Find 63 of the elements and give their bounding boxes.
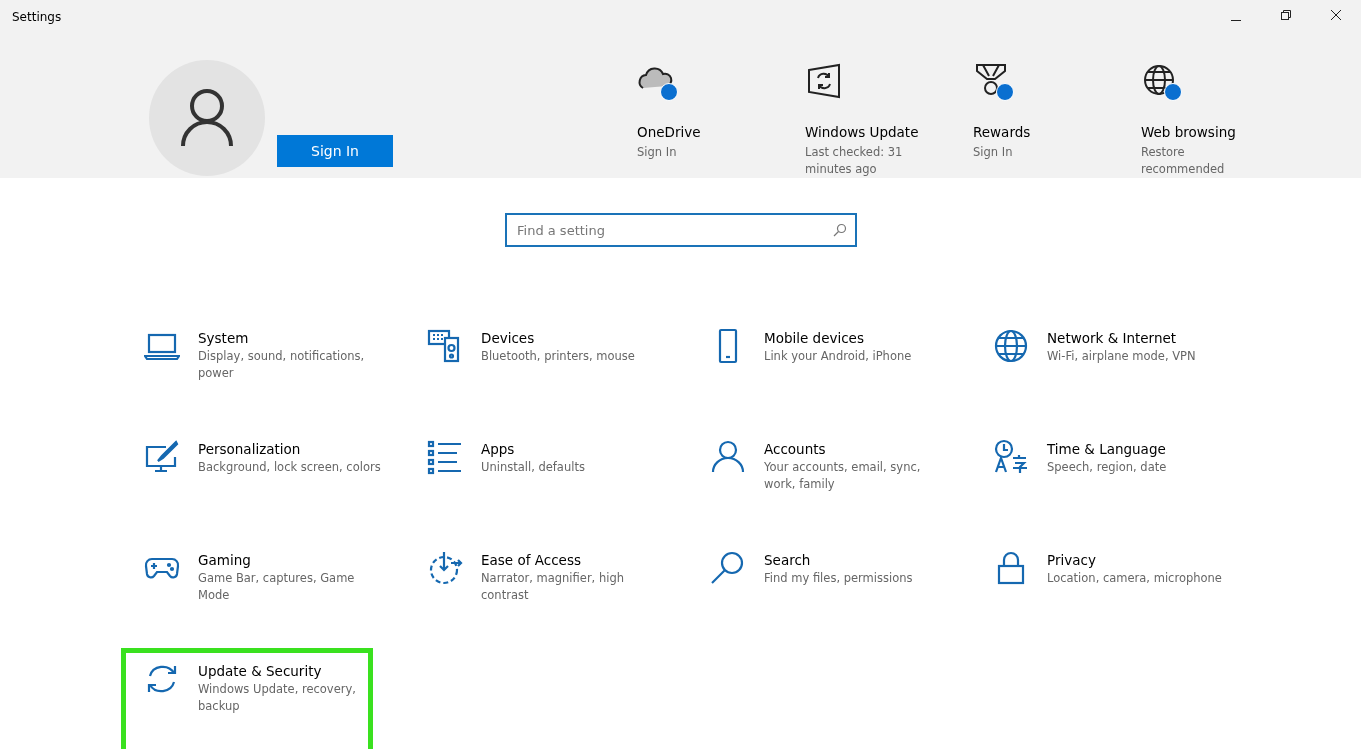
settings-category[interactable]: Update & Security Windows Update, recovery, backup	[121, 648, 373, 749]
person-icon	[710, 439, 746, 475]
category-description: Windows Update, recovery, backup	[198, 681, 357, 715]
category-description: Display, sound, notifications, power	[198, 348, 366, 382]
globe-icon	[993, 328, 1029, 364]
settings-category[interactable]: Devices Bluetooth, printers, mouse	[404, 315, 687, 426]
tile-subtitle: Sign In	[637, 144, 678, 161]
tile-subtitle: Restore recommended	[1141, 144, 1226, 178]
settings-category[interactable]: Ease of Access Narrator, magnifier, high contrast	[404, 537, 687, 648]
settings-category[interactable]: Apps Uninstall, defaults	[404, 426, 687, 537]
category-description: Link your Android, iPhone	[764, 348, 912, 365]
category-description: Background, lock screen, colors	[198, 459, 381, 476]
globe-icon[interactable]	[1141, 62, 1181, 102]
category-description: Uninstall, defaults	[481, 459, 585, 476]
settings-category[interactable]: Network & Internet Wi-Fi, airplane mode, VPN	[970, 315, 1253, 426]
close-icon	[1330, 8, 1342, 21]
tile-subtitle: Sign In	[973, 144, 1014, 161]
search-icon	[710, 550, 746, 586]
category-description: Game Bar, captures, Game Mode	[198, 570, 356, 604]
category-title: Ease of Access	[481, 551, 582, 570]
list-icon	[427, 439, 463, 475]
category-title: Time & Language	[1047, 440, 1167, 459]
category-title: Network & Internet	[1047, 329, 1178, 348]
category-title: Personalization	[198, 440, 302, 459]
category-description: Location, camera, microphone	[1047, 570, 1222, 587]
category-title: Gaming	[198, 551, 252, 570]
category-description: Find my files, permissions	[764, 570, 913, 587]
category-description: Narrator, magnifier, high contrast	[481, 570, 625, 604]
restore-icon	[1280, 8, 1292, 21]
search-field[interactable]: Find a setting	[505, 213, 857, 247]
dashed-circle-arrow-icon	[427, 550, 463, 586]
settings-category[interactable]: Accounts Your accounts, email, sync, work, family	[687, 426, 970, 537]
category-title: Update & Security	[198, 662, 323, 681]
category-title: Search	[764, 551, 812, 570]
minimize-icon	[1230, 19, 1242, 21]
search-icon	[833, 223, 847, 237]
window-title: Settings	[12, 10, 62, 24]
settings-category[interactable]: Gaming Game Bar, captures, Game Mode	[121, 537, 404, 648]
tile-subtitle: Last checked: 31 minutes ago	[805, 144, 904, 178]
category-description: Wi-Fi, airplane mode, VPN	[1047, 348, 1196, 365]
category-description: Your accounts, email, sync, work, family	[764, 459, 922, 493]
category-description: Speech, region, date	[1047, 459, 1167, 476]
medal-icon[interactable]	[973, 62, 1013, 102]
settings-category[interactable]: Privacy Location, camera, microphone	[970, 537, 1253, 648]
settings-category[interactable]: Mobile devices Link your Android, iPhone	[687, 315, 970, 426]
category-description: Bluetooth, printers, mouse	[481, 348, 635, 365]
category-title: Apps	[481, 440, 516, 459]
tile-title: Rewards	[973, 123, 1032, 142]
category-title: Mobile devices	[764, 329, 865, 348]
category-title: Devices	[481, 329, 536, 348]
settings-category[interactable]: Personalization Background, lock screen, colors	[121, 426, 404, 537]
tile-title: Web browsing	[1141, 123, 1237, 142]
monitor-brush-icon	[144, 439, 180, 475]
settings-category[interactable]: System Display, sound, notifications, power	[121, 315, 404, 426]
sign-in-button[interactable]: Sign In	[277, 135, 393, 167]
clock-letters-icon	[993, 439, 1029, 475]
category-title: System	[198, 329, 250, 348]
category-title: Accounts	[764, 440, 827, 459]
tile-title: OneDrive	[637, 123, 702, 142]
category-title: Privacy	[1047, 551, 1097, 570]
settings-category[interactable]: Search Find my files, permissions	[687, 537, 970, 648]
tile-title: Windows Update	[805, 123, 920, 142]
settings-category[interactable]: Time & Language Speech, region, date	[970, 426, 1253, 537]
